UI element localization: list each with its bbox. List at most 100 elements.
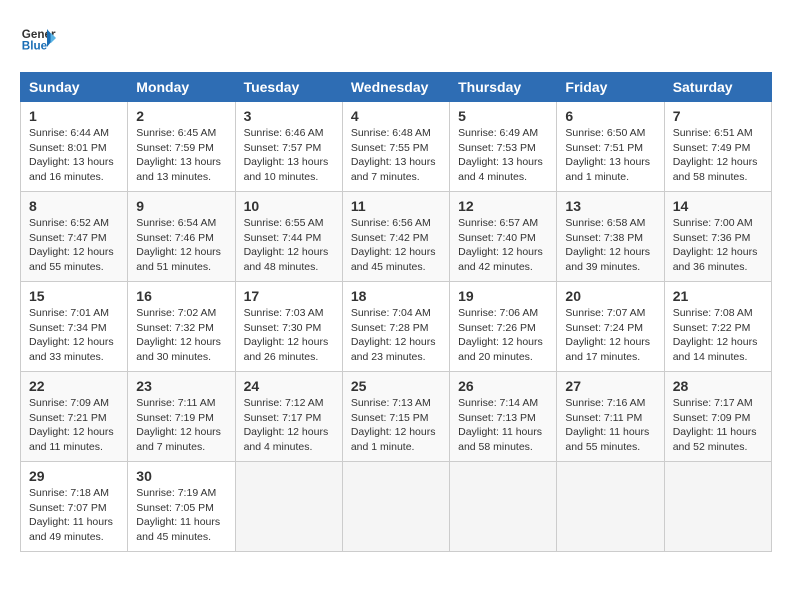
day-number: 22: [29, 378, 119, 394]
page-header: General Blue: [20, 20, 772, 56]
day-info: Sunrise: 7:00 AMSunset: 7:36 PMDaylight:…: [673, 216, 763, 275]
calendar-cell: 27 Sunrise: 7:16 AMSunset: 7:11 PMDaylig…: [557, 372, 664, 462]
day-number: 10: [244, 198, 334, 214]
day-info: Sunrise: 6:50 AMSunset: 7:51 PMDaylight:…: [565, 126, 655, 185]
svg-text:Blue: Blue: [22, 40, 48, 53]
calendar-cell: 11 Sunrise: 6:56 AMSunset: 7:42 PMDaylig…: [342, 192, 449, 282]
calendar-week-5: 29 Sunrise: 7:18 AMSunset: 7:07 PMDaylig…: [21, 462, 772, 552]
day-info: Sunrise: 7:03 AMSunset: 7:30 PMDaylight:…: [244, 306, 334, 365]
day-info: Sunrise: 6:51 AMSunset: 7:49 PMDaylight:…: [673, 126, 763, 185]
calendar-cell: 1 Sunrise: 6:44 AMSunset: 8:01 PMDayligh…: [21, 102, 128, 192]
calendar-cell: 7 Sunrise: 6:51 AMSunset: 7:49 PMDayligh…: [664, 102, 771, 192]
day-number: 17: [244, 288, 334, 304]
calendar-cell: 26 Sunrise: 7:14 AMSunset: 7:13 PMDaylig…: [450, 372, 557, 462]
day-number: 25: [351, 378, 441, 394]
day-number: 26: [458, 378, 548, 394]
day-number: 20: [565, 288, 655, 304]
calendar-table: SundayMondayTuesdayWednesdayThursdayFrid…: [20, 72, 772, 552]
day-info: Sunrise: 7:02 AMSunset: 7:32 PMDaylight:…: [136, 306, 226, 365]
day-info: Sunrise: 7:09 AMSunset: 7:21 PMDaylight:…: [29, 396, 119, 455]
calendar-cell: 25 Sunrise: 7:13 AMSunset: 7:15 PMDaylig…: [342, 372, 449, 462]
calendar-week-4: 22 Sunrise: 7:09 AMSunset: 7:21 PMDaylig…: [21, 372, 772, 462]
calendar-cell: 21 Sunrise: 7:08 AMSunset: 7:22 PMDaylig…: [664, 282, 771, 372]
day-number: 14: [673, 198, 763, 214]
day-info: Sunrise: 7:01 AMSunset: 7:34 PMDaylight:…: [29, 306, 119, 365]
logo: General Blue: [20, 20, 56, 56]
day-number: 2: [136, 108, 226, 124]
day-number: 6: [565, 108, 655, 124]
day-number: 8: [29, 198, 119, 214]
calendar-header-row: SundayMondayTuesdayWednesdayThursdayFrid…: [21, 73, 772, 102]
calendar-week-1: 1 Sunrise: 6:44 AMSunset: 8:01 PMDayligh…: [21, 102, 772, 192]
day-info: Sunrise: 7:17 AMSunset: 7:09 PMDaylight:…: [673, 396, 763, 455]
calendar-week-2: 8 Sunrise: 6:52 AMSunset: 7:47 PMDayligh…: [21, 192, 772, 282]
calendar-cell: 22 Sunrise: 7:09 AMSunset: 7:21 PMDaylig…: [21, 372, 128, 462]
calendar-cell: 20 Sunrise: 7:07 AMSunset: 7:24 PMDaylig…: [557, 282, 664, 372]
day-number: 29: [29, 468, 119, 484]
calendar-cell: 5 Sunrise: 6:49 AMSunset: 7:53 PMDayligh…: [450, 102, 557, 192]
calendar-cell: 14 Sunrise: 7:00 AMSunset: 7:36 PMDaylig…: [664, 192, 771, 282]
day-number: 15: [29, 288, 119, 304]
day-info: Sunrise: 7:14 AMSunset: 7:13 PMDaylight:…: [458, 396, 548, 455]
header-friday: Friday: [557, 73, 664, 102]
day-info: Sunrise: 6:55 AMSunset: 7:44 PMDaylight:…: [244, 216, 334, 275]
calendar-cell: [664, 462, 771, 552]
day-number: 3: [244, 108, 334, 124]
calendar-cell: 29 Sunrise: 7:18 AMSunset: 7:07 PMDaylig…: [21, 462, 128, 552]
day-number: 1: [29, 108, 119, 124]
calendar-cell: 12 Sunrise: 6:57 AMSunset: 7:40 PMDaylig…: [450, 192, 557, 282]
day-info: Sunrise: 6:45 AMSunset: 7:59 PMDaylight:…: [136, 126, 226, 185]
day-info: Sunrise: 7:19 AMSunset: 7:05 PMDaylight:…: [136, 486, 226, 545]
day-info: Sunrise: 6:48 AMSunset: 7:55 PMDaylight:…: [351, 126, 441, 185]
calendar-cell: 9 Sunrise: 6:54 AMSunset: 7:46 PMDayligh…: [128, 192, 235, 282]
day-info: Sunrise: 6:54 AMSunset: 7:46 PMDaylight:…: [136, 216, 226, 275]
calendar-cell: 3 Sunrise: 6:46 AMSunset: 7:57 PMDayligh…: [235, 102, 342, 192]
day-info: Sunrise: 7:16 AMSunset: 7:11 PMDaylight:…: [565, 396, 655, 455]
day-number: 4: [351, 108, 441, 124]
calendar-cell: 4 Sunrise: 6:48 AMSunset: 7:55 PMDayligh…: [342, 102, 449, 192]
day-number: 24: [244, 378, 334, 394]
day-info: Sunrise: 6:44 AMSunset: 8:01 PMDaylight:…: [29, 126, 119, 185]
calendar-cell: [557, 462, 664, 552]
day-number: 30: [136, 468, 226, 484]
day-info: Sunrise: 6:58 AMSunset: 7:38 PMDaylight:…: [565, 216, 655, 275]
day-number: 5: [458, 108, 548, 124]
header-wednesday: Wednesday: [342, 73, 449, 102]
day-info: Sunrise: 7:12 AMSunset: 7:17 PMDaylight:…: [244, 396, 334, 455]
day-number: 19: [458, 288, 548, 304]
calendar-cell: 17 Sunrise: 7:03 AMSunset: 7:30 PMDaylig…: [235, 282, 342, 372]
day-number: 27: [565, 378, 655, 394]
day-info: Sunrise: 6:56 AMSunset: 7:42 PMDaylight:…: [351, 216, 441, 275]
header-sunday: Sunday: [21, 73, 128, 102]
day-number: 21: [673, 288, 763, 304]
day-number: 9: [136, 198, 226, 214]
day-number: 28: [673, 378, 763, 394]
calendar-cell: 23 Sunrise: 7:11 AMSunset: 7:19 PMDaylig…: [128, 372, 235, 462]
day-info: Sunrise: 7:07 AMSunset: 7:24 PMDaylight:…: [565, 306, 655, 365]
calendar-cell: 30 Sunrise: 7:19 AMSunset: 7:05 PMDaylig…: [128, 462, 235, 552]
day-number: 12: [458, 198, 548, 214]
calendar-cell: 16 Sunrise: 7:02 AMSunset: 7:32 PMDaylig…: [128, 282, 235, 372]
calendar-cell: 10 Sunrise: 6:55 AMSunset: 7:44 PMDaylig…: [235, 192, 342, 282]
calendar-week-3: 15 Sunrise: 7:01 AMSunset: 7:34 PMDaylig…: [21, 282, 772, 372]
header-saturday: Saturday: [664, 73, 771, 102]
day-info: Sunrise: 6:49 AMSunset: 7:53 PMDaylight:…: [458, 126, 548, 185]
calendar-cell: 2 Sunrise: 6:45 AMSunset: 7:59 PMDayligh…: [128, 102, 235, 192]
day-info: Sunrise: 6:57 AMSunset: 7:40 PMDaylight:…: [458, 216, 548, 275]
day-number: 18: [351, 288, 441, 304]
header-tuesday: Tuesday: [235, 73, 342, 102]
calendar-cell: [235, 462, 342, 552]
day-info: Sunrise: 7:18 AMSunset: 7:07 PMDaylight:…: [29, 486, 119, 545]
day-number: 11: [351, 198, 441, 214]
calendar-cell: [450, 462, 557, 552]
calendar-cell: 18 Sunrise: 7:04 AMSunset: 7:28 PMDaylig…: [342, 282, 449, 372]
calendar-cell: 24 Sunrise: 7:12 AMSunset: 7:17 PMDaylig…: [235, 372, 342, 462]
day-number: 13: [565, 198, 655, 214]
day-info: Sunrise: 7:04 AMSunset: 7:28 PMDaylight:…: [351, 306, 441, 365]
calendar-cell: 28 Sunrise: 7:17 AMSunset: 7:09 PMDaylig…: [664, 372, 771, 462]
day-info: Sunrise: 7:13 AMSunset: 7:15 PMDaylight:…: [351, 396, 441, 455]
calendar-cell: 8 Sunrise: 6:52 AMSunset: 7:47 PMDayligh…: [21, 192, 128, 282]
logo-icon: General Blue: [20, 20, 56, 56]
day-info: Sunrise: 7:06 AMSunset: 7:26 PMDaylight:…: [458, 306, 548, 365]
calendar-cell: [342, 462, 449, 552]
